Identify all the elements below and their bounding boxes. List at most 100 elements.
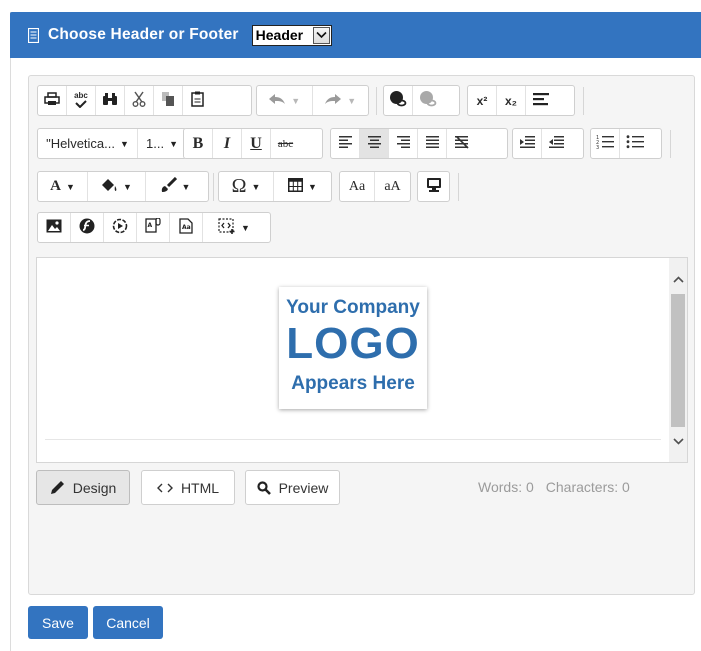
- numbered-list-button[interactable]: 123: [591, 129, 620, 158]
- background-color-button[interactable]: ▼: [88, 172, 146, 201]
- section-select[interactable]: Header: [251, 24, 332, 46]
- toolbar-divider: [213, 173, 214, 201]
- insert-image-button[interactable]: [38, 213, 71, 242]
- remove-alignment-button[interactable]: [447, 129, 476, 158]
- align-center-icon: [367, 136, 381, 151]
- dialog-border: [10, 12, 11, 651]
- italic-button[interactable]: I: [213, 129, 242, 158]
- scrollbar-thumb[interactable]: [671, 294, 685, 427]
- insert-snippet-button[interactable]: ▼: [203, 213, 265, 242]
- paint-bucket-icon: [101, 178, 118, 195]
- svg-text:3: 3: [596, 145, 599, 150]
- print-button[interactable]: [38, 86, 67, 115]
- snippet-icon: [218, 218, 236, 237]
- html-mode-label: HTML: [180, 479, 220, 496]
- bold-button[interactable]: B: [184, 129, 213, 158]
- vertical-scrollbar[interactable]: [669, 258, 687, 462]
- cut-button[interactable]: [125, 86, 154, 115]
- font-color-button[interactable]: A ▼: [38, 172, 88, 201]
- justify-button[interactable]: [418, 129, 447, 158]
- design-mode-button[interactable]: Design: [36, 470, 130, 505]
- unlink-globe-icon: [419, 90, 437, 111]
- words-count: Words: 0: [478, 479, 534, 495]
- design-mode-label: Design: [72, 479, 117, 496]
- font-size-select[interactable]: 1... ▼: [138, 129, 186, 158]
- fullscreen-button[interactable]: [418, 172, 449, 201]
- svg-text:A: A: [148, 222, 153, 229]
- code-icon: [156, 482, 173, 494]
- align-right-button[interactable]: [389, 129, 418, 158]
- insert-media-button[interactable]: [104, 213, 137, 242]
- paste-button[interactable]: [183, 86, 212, 115]
- brush-icon: [160, 176, 177, 196]
- special-char-button[interactable]: Ω ▼: [219, 172, 274, 201]
- outdent-button[interactable]: [542, 129, 571, 158]
- insert-link-button[interactable]: [384, 86, 413, 115]
- chevron-down-icon: ▼: [65, 181, 75, 192]
- magnifier-icon: [256, 480, 271, 495]
- print-icon: [44, 92, 60, 109]
- outdent-icon: [549, 136, 564, 151]
- logo-line-appears: Appears Here: [291, 373, 415, 394]
- toolbar-group-history: ▼ ▼: [256, 85, 369, 116]
- indent-button[interactable]: [513, 129, 542, 158]
- format-painter-button[interactable]: ▼: [146, 172, 204, 201]
- font-family-select[interactable]: "Helvetica... ▼: [38, 129, 138, 158]
- numbered-list-icon: 123: [596, 134, 614, 153]
- toolbar-group-clipboard: abc: [37, 85, 252, 116]
- chevron-down-icon: ▼: [251, 181, 261, 192]
- chevron-down-icon: ▼: [181, 181, 191, 192]
- align-left-button[interactable]: [331, 129, 360, 158]
- strikethrough-button[interactable]: abc: [271, 129, 300, 158]
- editor-content-area[interactable]: Your Company LOGO Appears Here: [36, 257, 688, 463]
- image-icon: [46, 219, 62, 236]
- company-logo-image[interactable]: Your Company LOGO Appears Here: [279, 287, 427, 409]
- undo-icon: [268, 93, 286, 108]
- section-select-value: Header: [255, 27, 304, 43]
- cancel-button[interactable]: Cancel: [93, 606, 163, 639]
- scroll-down-icon[interactable]: [669, 432, 687, 450]
- toolbar-group-case: Aa aA: [339, 171, 411, 202]
- indent-icon: [519, 136, 535, 151]
- checkmark-icon: [75, 99, 87, 110]
- clipboard-icon: [191, 91, 204, 110]
- spellcheck-button[interactable]: abc: [67, 86, 96, 115]
- spellcheck-label: abc: [74, 90, 88, 100]
- characters-count: Characters: 0: [545, 479, 630, 495]
- bulleted-list-button[interactable]: [620, 129, 649, 158]
- undo-button[interactable]: ▼: [257, 86, 313, 115]
- scroll-up-icon[interactable]: [669, 270, 687, 288]
- toolbar-group-insert-symbols: Ω ▼ ▼: [218, 171, 332, 202]
- underline-button[interactable]: U: [242, 129, 271, 158]
- toolbar-group-lists: 123: [590, 128, 662, 159]
- save-button[interactable]: Save: [28, 606, 88, 639]
- chevron-down-icon: ▼: [123, 181, 132, 192]
- preview-mode-label: Preview: [278, 479, 329, 496]
- copy-button[interactable]: [154, 86, 183, 115]
- redo-button[interactable]: ▼: [313, 86, 369, 115]
- font-size-value: 1...: [146, 136, 165, 151]
- align-center-button[interactable]: [360, 129, 389, 158]
- document-manager-button[interactable]: A: [137, 213, 170, 242]
- title-case-button[interactable]: Aa: [340, 172, 376, 201]
- align-right-icon: [396, 136, 410, 151]
- remove-link-button[interactable]: [413, 86, 442, 115]
- table-icon: [288, 178, 304, 195]
- document-icon: [28, 27, 39, 43]
- insert-table-button[interactable]: ▼: [274, 172, 331, 201]
- find-button[interactable]: [96, 86, 125, 115]
- scissors-icon: [132, 91, 146, 110]
- toggle-case-button[interactable]: aA: [375, 172, 410, 201]
- superscript-button[interactable]: x²: [468, 86, 497, 115]
- html-mode-button[interactable]: HTML: [141, 470, 235, 505]
- insert-flash-button[interactable]: [71, 213, 104, 242]
- template-manager-button[interactable]: Aa: [170, 213, 203, 242]
- toolbar-group-links: [383, 85, 460, 116]
- subscript-button[interactable]: x₂: [497, 86, 526, 115]
- toolbar-group-align: [330, 128, 508, 159]
- font-family-value: "Helvetica...: [46, 136, 115, 151]
- align-justify-icon: [425, 136, 439, 151]
- paragraph-button[interactable]: [526, 86, 555, 115]
- preview-mode-button[interactable]: Preview: [245, 470, 340, 505]
- font-color-label: A: [50, 178, 61, 194]
